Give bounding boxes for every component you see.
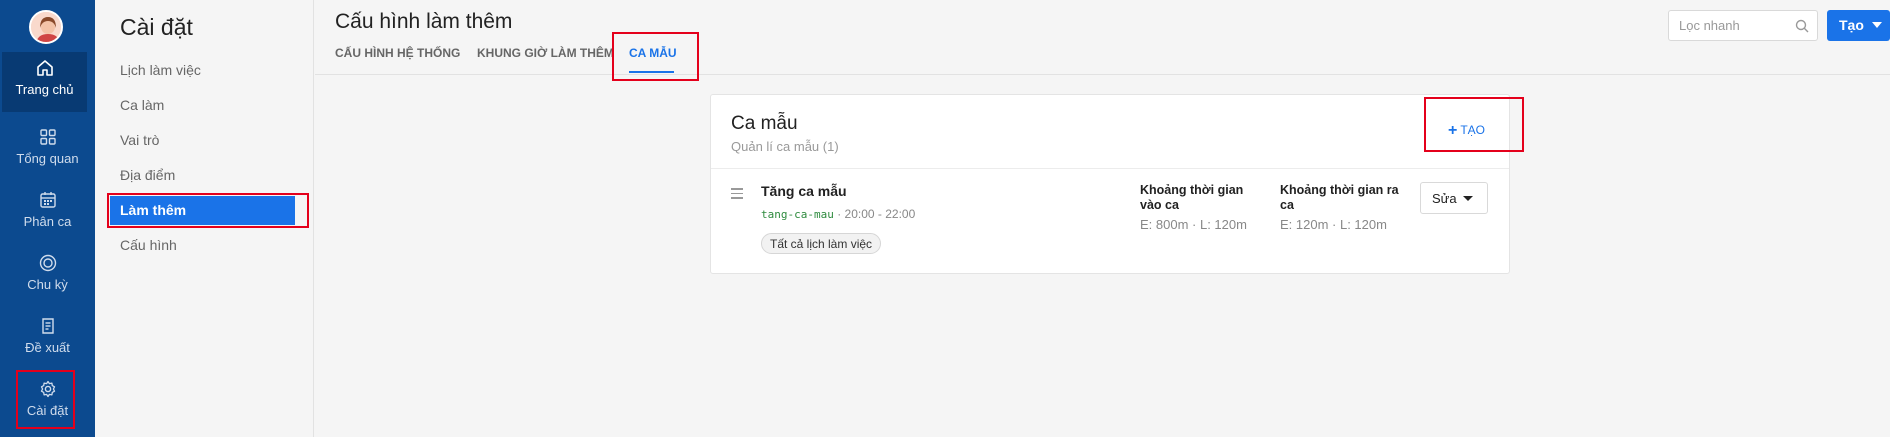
submenu-item-locations[interactable]: Địa điểm	[120, 167, 175, 183]
rail-item-home[interactable]: Trang chủ	[2, 52, 87, 112]
gear-icon	[40, 380, 55, 398]
create-button-label: Tạo	[1839, 17, 1864, 33]
template-time: · 20:00 - 22:00	[837, 207, 916, 221]
tab-system-config[interactable]: CẤU HÌNH HỆ THỐNG	[335, 46, 460, 60]
checkin-window-value: E: 800m · L: 120m	[1140, 217, 1247, 232]
active-tab-indicator	[629, 71, 674, 73]
avatar-image	[31, 12, 61, 42]
quick-filter-input[interactable]	[1669, 11, 1787, 40]
divider	[711, 168, 1509, 169]
rail-item-proposals[interactable]: Đề xuất	[0, 310, 95, 370]
submenu-item-roles[interactable]: Vai trò	[120, 132, 159, 148]
rail-item-label: Cài đặt	[26, 403, 69, 418]
drag-handle-icon[interactable]	[731, 188, 743, 202]
grid-icon	[39, 129, 56, 145]
submenu-title: Cài đặt	[120, 14, 193, 40]
page-header: Cấu hình làm thêm CẤU HÌNH HỆ THỐNG KHUN…	[315, 0, 1890, 75]
checkout-window-value: E: 120m · L: 120m	[1280, 217, 1387, 232]
submenu-item-overtime[interactable]: Làm thêm	[110, 196, 295, 225]
caret-down-icon	[1463, 196, 1473, 201]
template-name: Tăng ca mẫu	[761, 183, 847, 199]
rail-item-label: Phân ca	[23, 214, 72, 229]
create-button[interactable]: Tạo	[1827, 10, 1890, 41]
submenu-item-work-schedule[interactable]: Lịch làm việc	[120, 62, 201, 78]
home-icon	[36, 60, 53, 76]
search-icon	[1795, 19, 1809, 33]
rail-item-label: Chu kỳ	[27, 277, 68, 292]
quick-filter	[1668, 10, 1818, 41]
cycle-icon	[39, 254, 56, 272]
edit-button-label: Sửa	[1432, 191, 1457, 206]
card-subtitle: Quản lí ca mẫu (1)	[731, 139, 839, 154]
add-template-button[interactable]: + TẠO	[1448, 122, 1485, 140]
tab-overtime-windows[interactable]: KHUNG GIỜ LÀM THÊM	[477, 46, 614, 60]
template-card: Ca mẫu Quản lí ca mẫu (1) + TẠO Tăng ca m…	[710, 94, 1510, 274]
checkin-window-heading: Khoảng thời gian vào ca	[1140, 183, 1244, 212]
rail-item-label: Đề xuất	[25, 340, 70, 355]
avatar[interactable]	[29, 10, 63, 44]
edit-button[interactable]: Sửa	[1420, 182, 1488, 214]
page-title: Cấu hình làm thêm	[335, 10, 513, 33]
schedule-tag: Tất cả lịch làm việc	[761, 233, 882, 254]
rail-item-cycles[interactable]: Chu kỳ	[0, 247, 95, 307]
calendar-icon	[39, 192, 56, 208]
card-title: Ca mẫu	[731, 113, 798, 134]
add-template-label: TẠO	[1460, 123, 1486, 137]
rail-item-overview[interactable]: Tổng quan	[0, 121, 95, 181]
document-icon	[41, 318, 54, 334]
submenu-item-shifts[interactable]: Ca làm	[120, 97, 164, 113]
icon-rail: Trang chủ Tổng quan Phân ca Chu kỳ Đề xu…	[0, 0, 95, 437]
settings-submenu: Cài đặt Lịch làm việc Ca làm Vai trò Địa…	[95, 0, 314, 437]
template-meta: tang-ca-mau · 20:00 - 22:00	[761, 207, 915, 221]
caret-down-icon	[1872, 22, 1882, 28]
plus-icon: +	[1448, 122, 1458, 139]
rail-item-settings[interactable]: Cài đặt	[0, 373, 95, 433]
checkout-window-heading: Khoảng thời gian ra ca	[1280, 183, 1399, 212]
rail-item-shifts[interactable]: Phân ca	[0, 184, 95, 244]
rail-item-label: Trang chủ	[15, 82, 74, 97]
submenu-item-config[interactable]: Cấu hình	[120, 237, 177, 253]
rail-item-label: Tổng quan	[16, 151, 79, 166]
template-code: tang-ca-mau	[761, 208, 834, 221]
tab-templates[interactable]: CA MẪU	[629, 46, 677, 60]
